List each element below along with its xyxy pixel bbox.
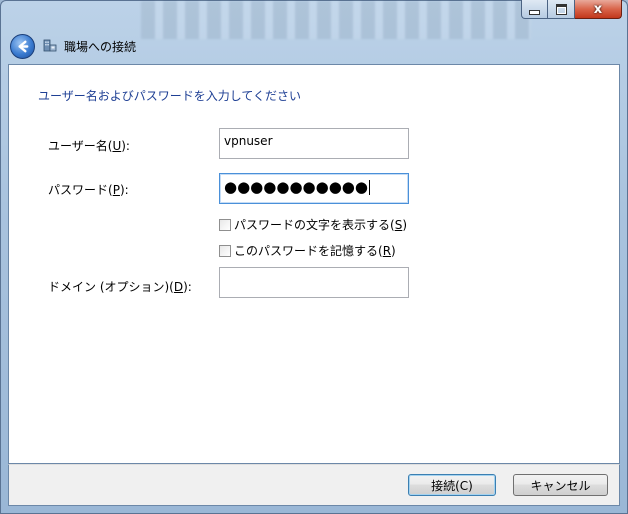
maximize-button[interactable] [548, 0, 575, 19]
cancel-button[interactable]: キャンセル [513, 474, 608, 496]
password-label: パスワード(P): [48, 183, 129, 197]
password-field[interactable]: ●●●●●●●●●●● [219, 173, 409, 204]
remember-password-checkbox[interactable] [219, 244, 231, 257]
username-label: ユーザー名(U): [48, 139, 130, 153]
username-field[interactable]: vpnuser [219, 128, 409, 159]
remember-password-option[interactable]: このパスワードを記憶する(R) [219, 242, 396, 259]
window-title: 職場への接続 [64, 40, 137, 54]
close-icon: x [593, 1, 603, 17]
username-value: vpnuser [224, 134, 273, 148]
domain-label: ドメイン (オプション)(D): [48, 280, 192, 294]
domain-field[interactable] [219, 267, 409, 298]
show-password-option[interactable]: パスワードの文字を表示する(S) [219, 216, 407, 233]
dialog-content [8, 64, 620, 464]
glass-background [141, 1, 531, 39]
show-password-checkbox[interactable] [219, 218, 231, 231]
instruction-text: ユーザー名およびパスワードを入力してください [38, 89, 302, 103]
back-arrow-icon [18, 40, 29, 53]
minimize-icon [529, 9, 540, 15]
connect-button[interactable]: 接続(C) [408, 474, 496, 496]
minimize-button[interactable] [521, 0, 548, 19]
password-mask: ●●●●●●●●●●● [224, 178, 370, 196]
workplace-network-icon [43, 39, 57, 52]
show-password-label: パスワードの文字を表示する(S) [234, 218, 407, 232]
caption-buttons: x [521, 0, 622, 20]
text-caret [368, 180, 370, 195]
remember-password-label: このパスワードを記憶する(R) [234, 244, 396, 258]
close-button[interactable]: x [575, 0, 622, 19]
back-button[interactable] [10, 34, 35, 59]
maximize-icon [555, 3, 567, 15]
